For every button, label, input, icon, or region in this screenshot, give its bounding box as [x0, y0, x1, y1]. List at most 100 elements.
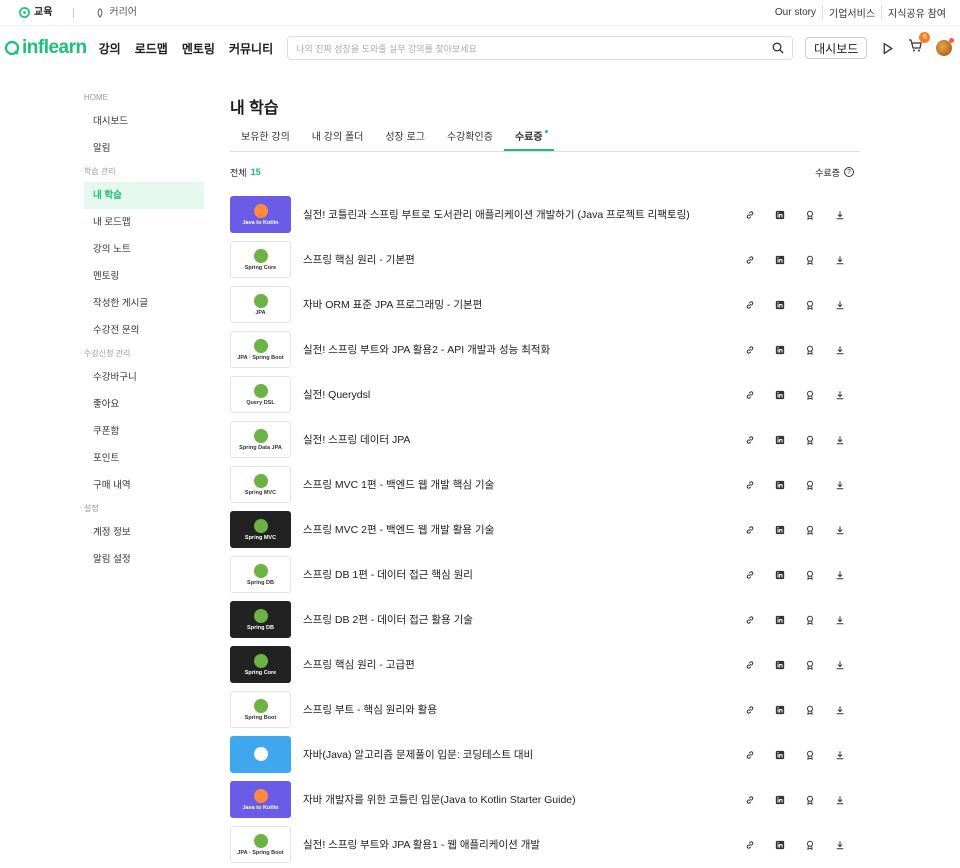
- course-thumbnail[interactable]: Java to Kotlin: [230, 196, 291, 233]
- sidebar-item-inquiries[interactable]: 수강전 문의: [84, 317, 204, 344]
- certificate-icon[interactable]: [801, 386, 818, 403]
- nav-courses[interactable]: 강의: [99, 40, 121, 57]
- linkedin-icon[interactable]: [771, 656, 788, 673]
- sidebar-item-basket[interactable]: 수강바구니: [84, 364, 204, 391]
- course-thumbnail[interactable]: JPA · Spring Boot: [230, 331, 291, 368]
- search-icon[interactable]: [772, 42, 784, 54]
- tab-course-folders[interactable]: 내 강의 폴더: [301, 126, 375, 151]
- avatar[interactable]: [936, 38, 955, 56]
- share-link-icon[interactable]: [741, 251, 758, 268]
- linkedin-icon[interactable]: [771, 206, 788, 223]
- course-title[interactable]: 스프링 MVC 2편 - 백엔드 웹 개발 활용 기술: [303, 522, 741, 537]
- course-title[interactable]: 실전! 스프링 데이터 JPA: [303, 432, 741, 447]
- certificate-icon[interactable]: [801, 521, 818, 538]
- course-title[interactable]: 스프링 부트 - 핵심 원리와 활용: [303, 702, 741, 717]
- share-link-icon[interactable]: [741, 476, 758, 493]
- course-thumbnail[interactable]: JPA: [230, 286, 291, 323]
- sidebar-item-points[interactable]: 포인트: [84, 445, 204, 472]
- certificate-icon[interactable]: [801, 656, 818, 673]
- share-link-icon[interactable]: [741, 431, 758, 448]
- share-link-icon[interactable]: [741, 206, 758, 223]
- course-row[interactable]: Spring DB 스프링 DB 1편 - 데이터 접근 핵심 원리: [230, 552, 860, 597]
- download-icon[interactable]: [831, 791, 848, 808]
- course-title[interactable]: 스프링 핵심 원리 - 기본편: [303, 252, 741, 267]
- course-row[interactable]: Spring MVC 스프링 MVC 2편 - 백엔드 웹 개발 활용 기술: [230, 507, 860, 552]
- course-row[interactable]: Java to Kotlin 실전! 코틀린과 스프링 부트로 도서관리 애플리케…: [230, 192, 860, 237]
- share-link-icon[interactable]: [741, 836, 758, 853]
- linkedin-icon[interactable]: [771, 386, 788, 403]
- course-title[interactable]: 스프링 MVC 1편 - 백엔드 웹 개발 핵심 기술: [303, 477, 741, 492]
- course-row[interactable]: Java to Kotlin 자바 개발자를 위한 코틀린 입문(Java to …: [230, 777, 860, 822]
- sidebar-item-my-learning[interactable]: 내 학습: [84, 182, 204, 209]
- download-icon[interactable]: [831, 701, 848, 718]
- business-link[interactable]: 기업서비스: [822, 5, 881, 20]
- certificate-icon[interactable]: [801, 476, 818, 493]
- help-icon[interactable]: ?: [844, 167, 854, 177]
- course-title[interactable]: 자바 개발자를 위한 코틀린 입문(Java to Kotlin Starter…: [303, 792, 741, 807]
- sidebar-item-notes[interactable]: 강의 노트: [84, 236, 204, 263]
- course-thumbnail[interactable]: Spring MVC: [230, 466, 291, 503]
- util-tab-career[interactable]: 커리어: [84, 1, 148, 25]
- our-story-link[interactable]: Our story: [769, 7, 822, 18]
- linkedin-icon[interactable]: [771, 431, 788, 448]
- course-thumbnail[interactable]: Java to Kotlin: [230, 781, 291, 818]
- course-title[interactable]: 스프링 핵심 원리 - 고급편: [303, 657, 741, 672]
- share-link-icon[interactable]: [741, 521, 758, 538]
- course-thumbnail[interactable]: JPA · Spring Boot: [230, 826, 291, 863]
- course-row[interactable]: Spring DB 스프링 DB 2편 - 데이터 접근 활용 기술: [230, 597, 860, 642]
- search-bar[interactable]: 나의 진짜 성장을 도와줄 실무 강의를 찾아보세요: [287, 36, 794, 60]
- course-thumbnail[interactable]: [230, 736, 291, 773]
- sidebar-item-posts[interactable]: 작성한 게시글: [84, 290, 204, 317]
- nav-community[interactable]: 커뮤니티: [229, 40, 273, 57]
- tab-completion-cert[interactable]: 수료증: [503, 126, 554, 151]
- play-icon[interactable]: [881, 41, 894, 55]
- course-row[interactable]: JPA 자바 ORM 표준 JPA 프로그래밍 - 기본편: [230, 282, 860, 327]
- course-row[interactable]: JPA · Spring Boot 실전! 스프링 부트와 JPA 활용1 - 웹…: [230, 822, 860, 867]
- sidebar-item-orders[interactable]: 구매 내역: [84, 472, 204, 499]
- course-thumbnail[interactable]: Spring Core: [230, 646, 291, 683]
- course-row[interactable]: Spring Core 스프링 핵심 원리 - 기본편: [230, 237, 860, 282]
- sidebar-item-alerts[interactable]: 알림: [84, 135, 204, 162]
- certificate-icon[interactable]: [801, 341, 818, 358]
- course-title[interactable]: 실전! 코틀린과 스프링 부트로 도서관리 애플리케이션 개발하기 (Java …: [303, 207, 741, 222]
- sidebar-item-alert-settings[interactable]: 알림 설정: [84, 546, 204, 573]
- course-title[interactable]: 실전! 스프링 부트와 JPA 활용2 - API 개발과 성능 최적화: [303, 342, 741, 357]
- download-icon[interactable]: [831, 251, 848, 268]
- certificate-icon[interactable]: [801, 746, 818, 763]
- course-row[interactable]: JPA · Spring Boot 실전! 스프링 부트와 JPA 활용2 - A…: [230, 327, 860, 372]
- cart-button[interactable]: 6: [908, 32, 931, 57]
- course-thumbnail[interactable]: Query DSL: [230, 376, 291, 413]
- search-input[interactable]: 나의 진짜 성장을 도와줄 실무 강의를 찾아보세요: [296, 42, 772, 55]
- course-title[interactable]: 자바 ORM 표준 JPA 프로그래밍 - 기본편: [303, 297, 741, 312]
- share-link-icon[interactable]: [741, 566, 758, 583]
- tab-owned-courses[interactable]: 보유한 강의: [230, 126, 301, 151]
- course-title[interactable]: 자바(Java) 알고리즘 문제풀이 입문: 코딩테스트 대비: [303, 747, 741, 762]
- tab-growth-log[interactable]: 성장 로그: [374, 126, 436, 151]
- util-tab-education[interactable]: 교육: [8, 1, 63, 25]
- course-thumbnail[interactable]: Spring MVC: [230, 511, 291, 548]
- course-title[interactable]: 스프링 DB 1편 - 데이터 접근 핵심 원리: [303, 567, 741, 582]
- download-icon[interactable]: [831, 476, 848, 493]
- share-link-icon[interactable]: [741, 341, 758, 358]
- certificate-icon[interactable]: [801, 296, 818, 313]
- download-icon[interactable]: [831, 521, 848, 538]
- course-thumbnail[interactable]: Spring DB: [230, 601, 291, 638]
- share-link-icon[interactable]: [741, 656, 758, 673]
- course-title[interactable]: 실전! Querydsl: [303, 387, 741, 402]
- download-icon[interactable]: [831, 656, 848, 673]
- sidebar-item-likes[interactable]: 좋아요: [84, 391, 204, 418]
- course-thumbnail[interactable]: Spring Data JPA: [230, 421, 291, 458]
- download-icon[interactable]: [831, 341, 848, 358]
- certificate-icon[interactable]: [801, 206, 818, 223]
- share-link-icon[interactable]: [741, 296, 758, 313]
- linkedin-icon[interactable]: [771, 566, 788, 583]
- download-icon[interactable]: [831, 431, 848, 448]
- tab-enrollment-cert[interactable]: 수강확인증: [436, 126, 504, 151]
- certificate-icon[interactable]: [801, 251, 818, 268]
- linkedin-icon[interactable]: [771, 521, 788, 538]
- course-row[interactable]: Spring MVC 스프링 MVC 1편 - 백엔드 웹 개발 핵심 기술: [230, 462, 860, 507]
- download-icon[interactable]: [831, 386, 848, 403]
- sidebar-item-mentoring[interactable]: 멘토링: [84, 263, 204, 290]
- course-row[interactable]: Spring Core 스프링 핵심 원리 - 고급편: [230, 642, 860, 687]
- nav-mentoring[interactable]: 멘토링: [182, 40, 215, 57]
